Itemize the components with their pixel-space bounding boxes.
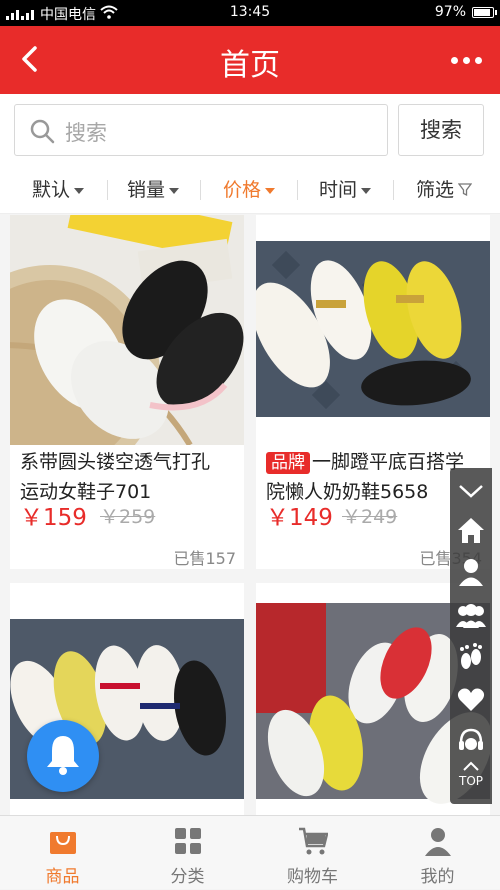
- nav-bar: 首页: [0, 26, 500, 94]
- brand-badge: 品牌: [266, 452, 310, 474]
- battery-icon: [472, 6, 497, 18]
- sort-price[interactable]: 价格: [223, 166, 276, 214]
- clock: 13:45: [229, 4, 271, 20]
- product-name-line: 系带圆头镂空透气打孔: [20, 451, 211, 473]
- footprint-icon[interactable]: [450, 638, 492, 678]
- filter-icon: [458, 183, 473, 197]
- caret-down-icon: [361, 188, 372, 194]
- sort-price-label: 价格: [223, 179, 262, 201]
- sort-default[interactable]: 默认: [32, 166, 85, 214]
- divider: [393, 180, 394, 200]
- heart-icon[interactable]: [450, 680, 492, 720]
- sort-time[interactable]: 时间: [319, 166, 372, 214]
- tab-cart-label: 购物车: [287, 867, 338, 887]
- product-card[interactable]: 系带圆头镂空透气打孔 运动女鞋子701 ￥159 ￥259 已售157: [10, 215, 244, 569]
- divider: [200, 180, 201, 200]
- sort-sales[interactable]: 销量: [127, 166, 180, 214]
- product-original-price: ￥259: [100, 506, 156, 528]
- search-placeholder: 搜索: [65, 121, 107, 145]
- home-icon[interactable]: [450, 510, 492, 550]
- battery-percent: 97%: [434, 4, 466, 20]
- floating-toolbar: TOP: [450, 468, 492, 804]
- scroll-top-label[interactable]: TOP: [450, 774, 492, 788]
- sort-sales-label: 销量: [127, 179, 166, 201]
- tab-goods[interactable]: 商品: [0, 816, 125, 890]
- caret-down-icon: [265, 188, 276, 194]
- search-icon: [29, 118, 55, 148]
- user-icon[interactable]: [450, 552, 492, 592]
- scroll-top-icon[interactable]: [450, 756, 492, 776]
- bell-icon: [44, 733, 82, 779]
- sort-bar: 默认 销量 价格 时间 筛选: [0, 166, 500, 214]
- cart-icon: [298, 826, 329, 856]
- caret-down-icon: [74, 188, 85, 194]
- group-icon[interactable]: [450, 596, 492, 636]
- sort-default-label: 默认: [32, 179, 71, 201]
- bottom-tab-bar: 商品 分类 购物车 我的: [0, 815, 500, 889]
- tab-category-label: 分类: [170, 867, 205, 887]
- more-icon[interactable]: [446, 46, 486, 74]
- tab-cart[interactable]: 购物车: [250, 816, 375, 890]
- sort-time-label: 时间: [319, 179, 358, 201]
- tab-goods-label: 商品: [45, 867, 80, 887]
- divider: [107, 180, 108, 200]
- tab-category[interactable]: 分类: [125, 816, 250, 890]
- caret-down-icon: [169, 188, 180, 194]
- user-icon: [423, 826, 453, 856]
- shopping-bag-icon: [48, 826, 78, 856]
- divider: [297, 180, 298, 200]
- product-sold-count: 已售157: [173, 549, 236, 568]
- sort-filter-label: 筛选: [416, 179, 455, 201]
- product-image: [256, 215, 490, 445]
- product-name-line: 一脚蹬平底百搭学: [312, 451, 465, 473]
- sort-filter[interactable]: 筛选: [416, 166, 473, 214]
- collapse-icon[interactable]: [450, 470, 492, 510]
- grid-icon: [173, 826, 203, 856]
- product-price: ￥159: [20, 505, 87, 531]
- tab-mine[interactable]: 我的: [375, 816, 500, 890]
- search-row: 搜索 搜索: [0, 94, 500, 166]
- page-title: 首页: [220, 48, 280, 83]
- search-input[interactable]: 搜索: [14, 104, 388, 156]
- status-bar: 中国电信 13:45 97%: [0, 0, 500, 26]
- product-original-price: ￥249: [342, 506, 398, 528]
- tab-mine-label: 我的: [420, 867, 455, 887]
- search-button[interactable]: 搜索: [398, 104, 484, 156]
- product-image: [10, 215, 244, 445]
- product-price: ￥149: [266, 505, 333, 531]
- notification-bell-button[interactable]: [27, 720, 99, 792]
